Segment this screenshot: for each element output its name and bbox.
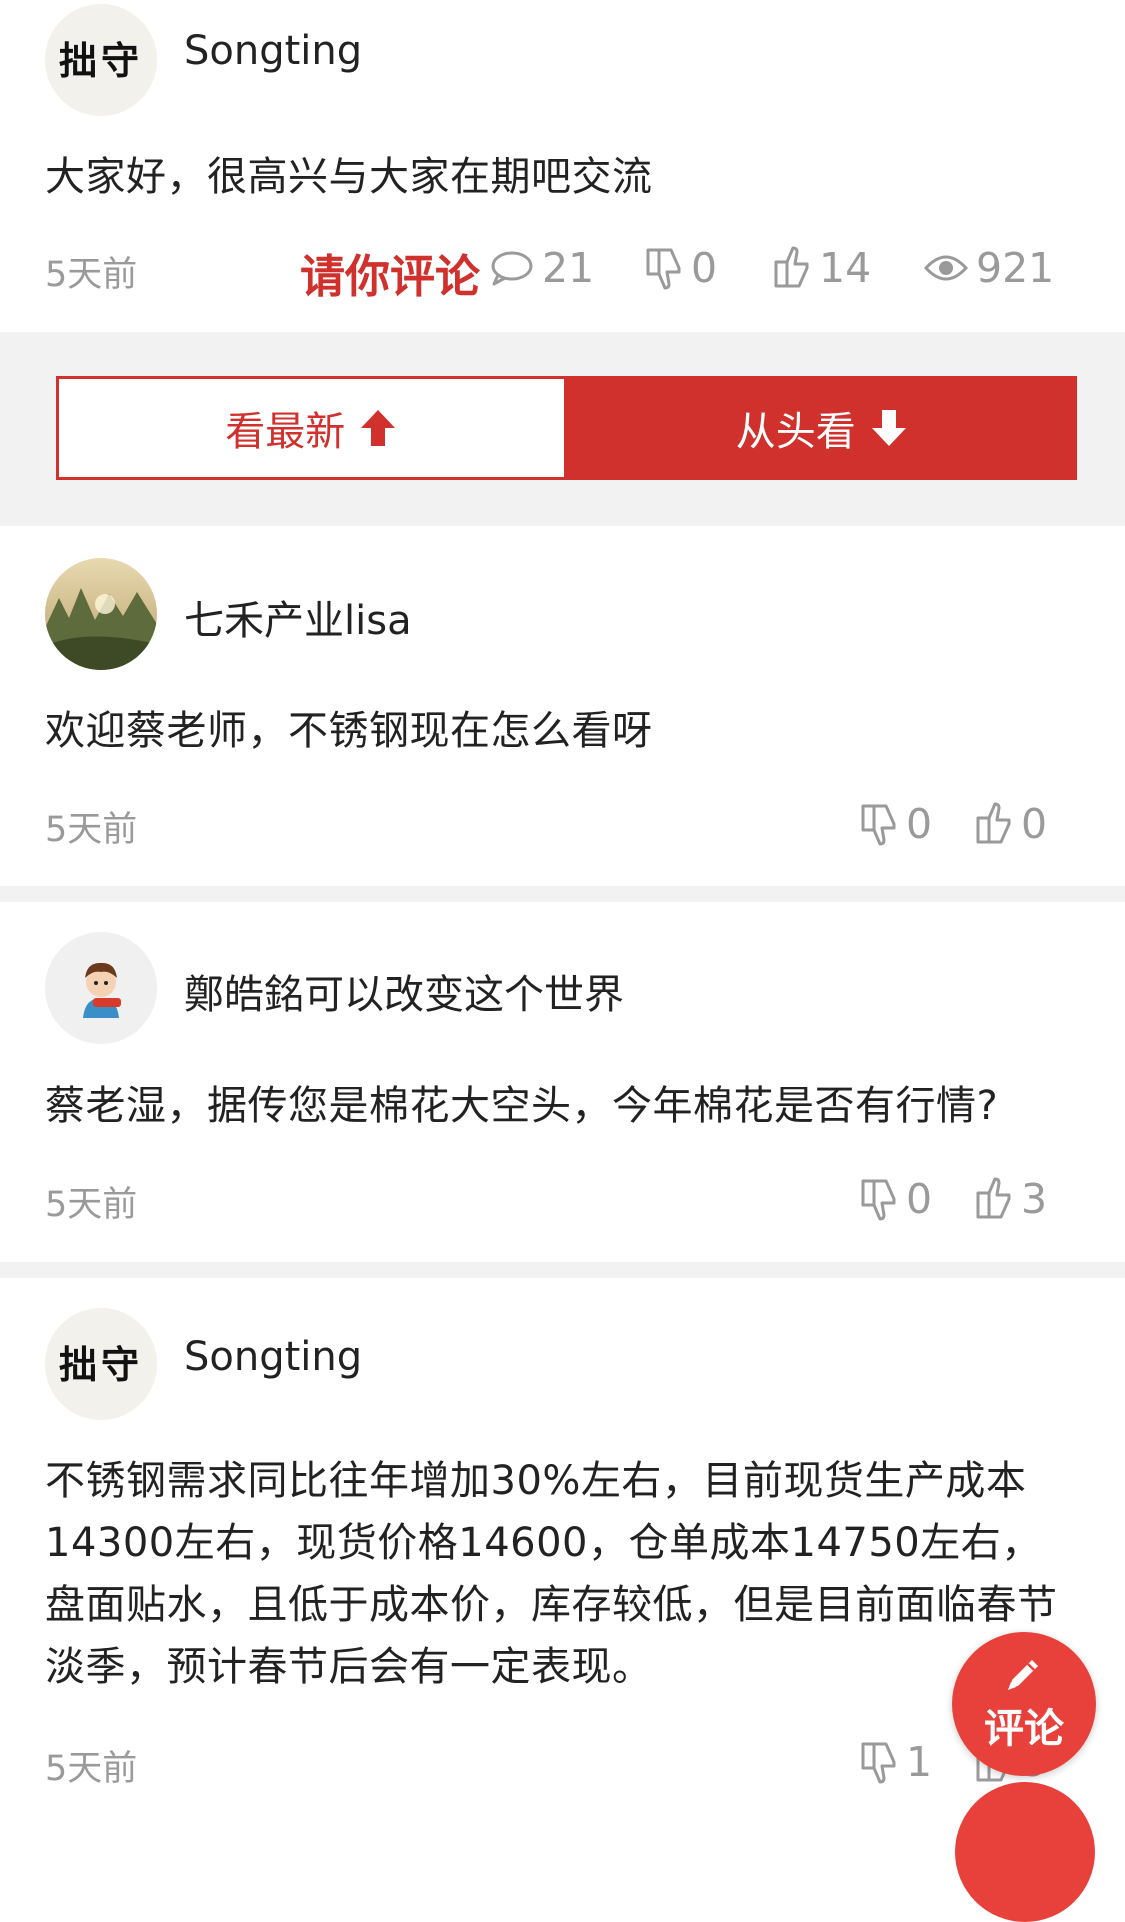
thumbs-up-icon	[774, 246, 809, 288]
write-comment-button[interactable]: 评论	[952, 1632, 1096, 1776]
dislike-count: 0	[691, 244, 718, 292]
reply-content: 欢迎蔡老师，不锈钢现在怎么看呀	[45, 708, 653, 754]
sort-from-start-button[interactable]: 从头看	[566, 376, 1077, 480]
like-count: 14	[819, 244, 872, 292]
like-button[interactable]: 3	[975, 1175, 1047, 1223]
like-button[interactable]: 0	[975, 800, 1047, 848]
dislike-button[interactable]: 0	[860, 800, 932, 848]
avatar[interactable]	[45, 932, 157, 1044]
arrow-down-icon	[871, 410, 906, 446]
reply-content: 蔡老湿，据传您是棉花大空头，今年棉花是否有行情?	[45, 1083, 999, 1129]
post-time: 5天前	[45, 255, 138, 295]
svg-text:拙守: 拙守	[59, 38, 143, 83]
dislike-button[interactable]: 0	[860, 1175, 932, 1223]
thumbs-up-icon	[976, 1177, 1011, 1219]
dislike-button[interactable]: 1	[860, 1738, 932, 1786]
reply-time: 5天前	[45, 1749, 138, 1789]
pencil-icon	[1008, 1660, 1038, 1690]
avatar[interactable]	[45, 558, 157, 670]
reply-time: 5天前	[45, 1185, 138, 1225]
username[interactable]: Songting	[184, 28, 362, 74]
avatar[interactable]: 拙守	[45, 4, 157, 116]
avatar[interactable]: 拙守	[45, 1308, 157, 1420]
view-count-value: 921	[976, 244, 1055, 292]
reply-time: 5天前	[45, 810, 138, 850]
arrow-up-icon	[361, 410, 396, 446]
username[interactable]: 鄭皓銘可以改变这个世界	[184, 962, 624, 1020]
divider	[0, 1262, 1125, 1278]
comment-count[interactable]: 21	[490, 244, 594, 292]
like-button[interactable]: 14	[773, 244, 871, 292]
thumbs-down-icon	[861, 1742, 896, 1784]
eye-icon	[924, 255, 968, 281]
thumbs-down-icon	[861, 804, 896, 846]
invite-comment-link[interactable]: 请你评论	[300, 240, 480, 305]
thumbs-down-icon	[861, 1179, 896, 1221]
username[interactable]: 七禾产业lisa	[184, 588, 412, 646]
floating-button-secondary[interactable]	[955, 1782, 1095, 1922]
like-count: 3	[1021, 1175, 1048, 1223]
comment-count-value: 21	[542, 244, 595, 292]
divider	[0, 886, 1125, 902]
post-content: 大家好，很高兴与大家在期吧交流	[45, 154, 653, 200]
view-count: 921	[924, 244, 1054, 292]
thumbs-down-icon	[646, 248, 681, 290]
reply-content: 不锈钢需求同比往年增加30%左右，目前现货生产成本14300左右，现货价格146…	[45, 1458, 1058, 1690]
sort-toggle: 看最新 从头看	[56, 376, 1077, 480]
dislike-count: 0	[906, 800, 933, 848]
sort-from-start-label: 从头看	[735, 409, 856, 455]
dislike-count: 1	[906, 1738, 933, 1786]
dislike-count: 0	[906, 1175, 933, 1223]
thumbs-up-icon	[976, 802, 1011, 844]
like-count: 0	[1021, 800, 1048, 848]
sort-latest-button[interactable]: 看最新	[56, 376, 567, 480]
sort-latest-label: 看最新	[225, 409, 346, 455]
write-comment-label: 评论	[984, 1706, 1064, 1752]
svg-text:拙守: 拙守	[59, 1342, 143, 1387]
dislike-button[interactable]: 0	[645, 244, 717, 292]
username[interactable]: Songting	[184, 1334, 362, 1380]
comment-icon	[491, 251, 533, 286]
